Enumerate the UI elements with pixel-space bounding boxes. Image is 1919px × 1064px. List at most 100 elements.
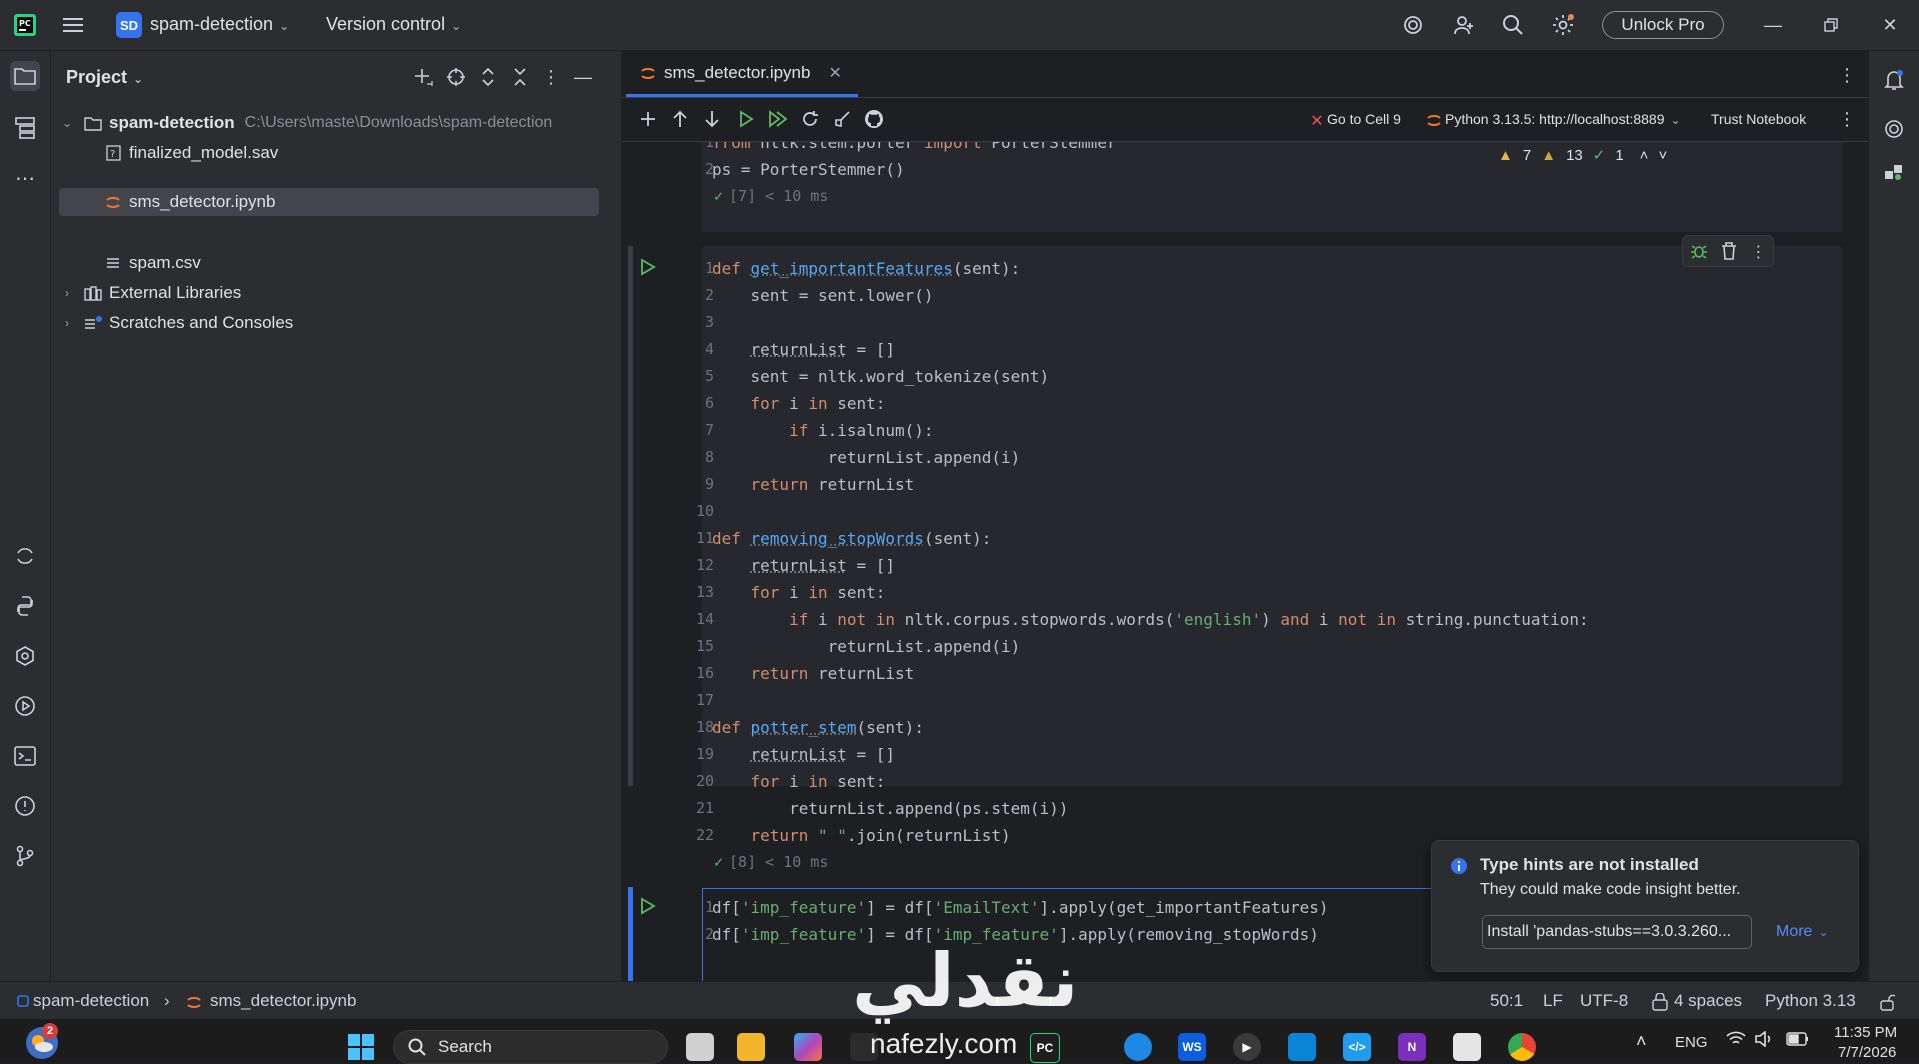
chevron-down-icon[interactable]: ⌄ (59, 116, 75, 130)
debug-cell-icon[interactable] (1690, 242, 1708, 260)
clock-date[interactable]: 7/7/2026 (1838, 1044, 1896, 1061)
copilot-icon[interactable] (794, 1033, 822, 1061)
github-icon[interactable] (862, 107, 886, 131)
windows-start-icon[interactable] (346, 1032, 376, 1062)
clear-outputs-icon[interactable] (830, 107, 854, 131)
input-language[interactable]: ENG (1675, 1034, 1708, 1051)
wifi-icon[interactable] (1726, 1031, 1746, 1047)
kernel-selector[interactable]: Python 3.13.5: http://localhost:8889 ⌄ (1445, 111, 1681, 127)
chevron-right-icon[interactable]: › (59, 316, 75, 330)
main-menu-icon[interactable] (60, 12, 86, 38)
pycharm-taskbar-icon[interactable]: PC (1030, 1033, 1060, 1063)
inspection-widget[interactable]: ▲ 7 ▲ 13 ✓ 1 ˄ ˅ (1498, 142, 1667, 168)
tree-item-external-libraries[interactable]: › External Libraries (59, 279, 599, 307)
chevron-down-icon[interactable]: ˅ (1658, 147, 1667, 164)
project-panel-title[interactable]: Project ⌄ (66, 67, 143, 88)
restore-icon[interactable] (1816, 10, 1846, 40)
cell-2[interactable] (702, 246, 1842, 786)
ai-chat-icon[interactable] (1879, 114, 1909, 144)
webstorm-icon[interactable]: WS (1178, 1033, 1206, 1061)
clock-time[interactable]: 11:35 PM (1834, 1024, 1897, 1041)
move-cell-down-icon[interactable] (700, 107, 724, 131)
new-file-icon[interactable] (411, 65, 435, 89)
search-icon[interactable] (1500, 12, 1526, 38)
version-control-menu[interactable]: Version control ⌄ (326, 14, 461, 35)
task-view-icon[interactable] (686, 1033, 714, 1061)
run-cell-icon[interactable] (638, 257, 658, 277)
file-explorer-icon[interactable] (737, 1033, 765, 1061)
more-actions-link[interactable]: More ⌄ (1776, 923, 1829, 941)
problems-icon[interactable] (10, 791, 40, 821)
run-cell-icon[interactable] (638, 896, 658, 916)
cell-2-scroll-bar[interactable] (628, 246, 633, 786)
services-icon[interactable] (10, 641, 40, 671)
breadcrumb-file[interactable]: sms_detector.ipynb (210, 991, 356, 1011)
volume-icon[interactable] (1754, 1031, 1774, 1047)
tree-item-project-root[interactable]: ⌄ spam-detection C:\Users\maste\Download… (59, 109, 599, 137)
python-packages-icon[interactable] (10, 541, 40, 571)
python-console-icon[interactable] (10, 591, 40, 621)
battery-icon[interactable] (1786, 1032, 1810, 1046)
tree-item-finalized-model[interactable]: ? finalized_model.sav (59, 139, 599, 167)
tree-item-scratches[interactable]: › Scratches and Consoles (59, 309, 599, 337)
run-all-icon[interactable] (766, 107, 790, 131)
trust-notebook-button[interactable]: Trust Notebook (1711, 111, 1806, 127)
pycharm-logo-icon[interactable]: PC (12, 12, 38, 38)
structure-tool-icon[interactable] (10, 113, 40, 143)
line-separator[interactable]: LF (1543, 991, 1563, 1011)
add-cell-icon[interactable] (636, 107, 660, 131)
tab-sms-detector[interactable]: sms_detector.ipynb ✕ (626, 51, 858, 97)
tree-item-spam-csv[interactable]: spam.csv (59, 249, 599, 277)
delete-cell-icon[interactable] (1721, 242, 1737, 260)
unlock-pro-button[interactable]: Unlock Pro (1602, 11, 1724, 39)
close-tab-icon[interactable]: ✕ (828, 63, 841, 83)
run-cell-icon[interactable] (734, 107, 758, 131)
breadcrumb-project[interactable]: spam-detection (33, 991, 149, 1011)
tray-overflow-icon[interactable]: ˄ (1636, 1031, 1647, 1052)
move-cell-up-icon[interactable] (668, 107, 692, 131)
python-interpreter[interactable]: Python 3.13 (1765, 991, 1856, 1011)
onenote-icon[interactable]: N (1398, 1033, 1426, 1061)
chevron-right-icon[interactable]: › (59, 286, 75, 300)
run-tool-icon[interactable] (10, 691, 40, 721)
notifications-bell-icon[interactable] (1879, 65, 1909, 95)
edge-browser-icon[interactable] (1124, 1033, 1152, 1061)
chevron-up-icon[interactable]: ˄ (1640, 147, 1649, 164)
install-stubs-button[interactable]: Install 'pandas-stubs==3.0.3.260... (1482, 915, 1752, 949)
vscode-icon[interactable]: </> (1343, 1033, 1371, 1061)
read-only-toggle-icon[interactable] (1880, 993, 1896, 1011)
terminal-icon[interactable] (10, 741, 40, 771)
snipping-tool-icon[interactable] (1453, 1033, 1481, 1061)
close-icon[interactable]: ✕ (1875, 10, 1905, 40)
toolbar-options-icon[interactable]: ⋮ (1835, 107, 1859, 131)
cell-more-icon[interactable]: ⋮ (1750, 242, 1766, 261)
file-encoding[interactable]: UTF-8 (1580, 991, 1628, 1011)
azure-icon[interactable] (1288, 1033, 1316, 1061)
cursor-position[interactable]: 50:1 (1490, 991, 1523, 1011)
cell-3-selected-bar[interactable] (628, 887, 633, 981)
minimize-icon[interactable]: — (1758, 10, 1788, 40)
weather-widget-icon[interactable]: 2 (26, 1027, 58, 1059)
collapse-all-icon[interactable] (508, 65, 532, 89)
project-switcher[interactable]: spam-detection ⌄ (150, 14, 289, 35)
go-to-cell-button[interactable]: Go to Cell 9 (1327, 111, 1401, 127)
add-user-icon[interactable] (1451, 12, 1477, 38)
media-player-icon[interactable]: ▶ (1233, 1033, 1261, 1061)
project-badge[interactable]: SD (116, 12, 142, 38)
restart-kernel-icon[interactable] (798, 107, 822, 131)
ai-assistant-icon[interactable] (1400, 12, 1426, 38)
hide-panel-icon[interactable]: — (571, 65, 595, 89)
plugin-icon[interactable] (1879, 157, 1909, 187)
taskbar-search[interactable]: Search (393, 1030, 668, 1064)
expand-all-icon[interactable] (476, 65, 500, 89)
tree-item-notebook[interactable]: sms_detector.ipynb (59, 188, 599, 216)
tab-options-icon[interactable]: ⋮ (1835, 63, 1859, 87)
settings-gear-icon[interactable] (1550, 12, 1576, 38)
locate-file-icon[interactable] (444, 65, 468, 89)
indent-setting[interactable]: 4 spaces (1674, 991, 1742, 1011)
panel-options-icon[interactable]: ⋮ (539, 65, 563, 89)
project-tool-icon[interactable] (10, 61, 40, 91)
chrome-browser-icon[interactable] (1508, 1033, 1536, 1061)
more-tools-icon[interactable]: ⋯ (10, 163, 40, 193)
git-branch-icon[interactable] (10, 841, 40, 871)
